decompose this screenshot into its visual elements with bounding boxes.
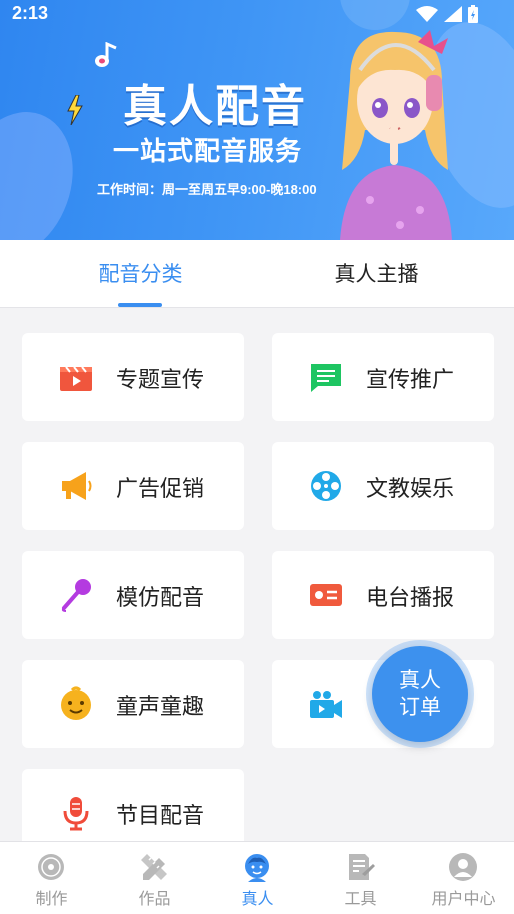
nav-label: 作品 [138,891,171,908]
category-card-children[interactable]: 童声童趣 [22,660,244,748]
nav-label: 用户中心 [431,891,496,908]
clapperboard-icon [60,366,92,391]
category-label: 文教娱乐 [366,476,455,501]
fab-label-line2: 订单 [399,696,441,719]
category-card-promotion[interactable]: 宣传推广 [272,333,494,421]
active-tab-indicator [118,303,162,307]
music-note-icon [95,42,117,67]
tab-voice-anchors[interactable]: 真人主播 [248,258,505,288]
category-label: 宣传推广 [366,367,455,392]
banner-subtitle: 一站式配音服务 [113,136,303,166]
user-circle-icon [449,853,477,881]
pencil-ruler-icon [141,854,167,880]
video-camera-icon [310,691,342,718]
child-face-icon [61,686,91,720]
banner-hours: 工作时间：周一至周五早9:00-晚18:00 [97,182,317,197]
category-card-radio[interactable]: 电台播报 [272,551,494,639]
bottom-nav: 制作 作品 真人 工具 用户中心 [0,841,514,914]
podcast-mic-icon [63,797,89,831]
nav-label: 制作 [35,891,68,908]
megaphone-icon [62,472,92,500]
anime-girl-illustration [340,30,452,240]
category-label: 模仿配音 [116,585,205,610]
category-card-imitation[interactable]: 模仿配音 [22,551,244,639]
category-card-topic-promo[interactable]: 专题宣传 [22,333,244,421]
microphone-icon [61,579,91,612]
nav-item-works[interactable]: 作品 [103,842,206,914]
battery-icon [468,5,478,23]
person-icon [245,854,269,882]
category-label: 专题宣传 [116,367,205,392]
nav-item-user-center[interactable]: 用户中心 [412,842,514,914]
nav-label: 工具 [344,891,377,908]
category-card-edu-entertainment[interactable]: 文教娱乐 [272,442,494,530]
lightning-icon [67,95,83,125]
category-label: 广告促销 [116,476,205,501]
nav-item-real-person[interactable]: 真人 [206,842,309,914]
category-label: 童声童趣 [116,694,205,719]
id-card-icon [310,584,342,606]
banner-title: 真人配音 [123,82,307,131]
category-tabs: 配音分类 真人主播 [0,240,514,308]
header-banner: 2:13 真人配音 一站式配音服务 工作时间：周一至周五早9:00-晚18:00 [0,0,514,240]
nav-item-make[interactable]: 制作 [0,842,103,914]
status-time: 2:13 [12,3,49,23]
nav-label: 真人 [241,891,274,908]
document-tool-icon [349,854,375,880]
category-card-ad-sales[interactable]: 广告促销 [22,442,244,530]
tab-dubbing-categories[interactable]: 配音分类 [12,258,269,288]
film-reel-icon [311,471,341,501]
category-label: 电台播报 [366,585,455,610]
fab-label-line1: 真人 [399,669,441,692]
nav-item-tools[interactable]: 工具 [309,842,412,914]
disc-icon [38,854,64,880]
chat-bubble-icon [311,364,341,392]
real-voice-order-fab[interactable]: 真人 订单 [372,646,468,742]
category-label: 节目配音 [116,803,205,828]
